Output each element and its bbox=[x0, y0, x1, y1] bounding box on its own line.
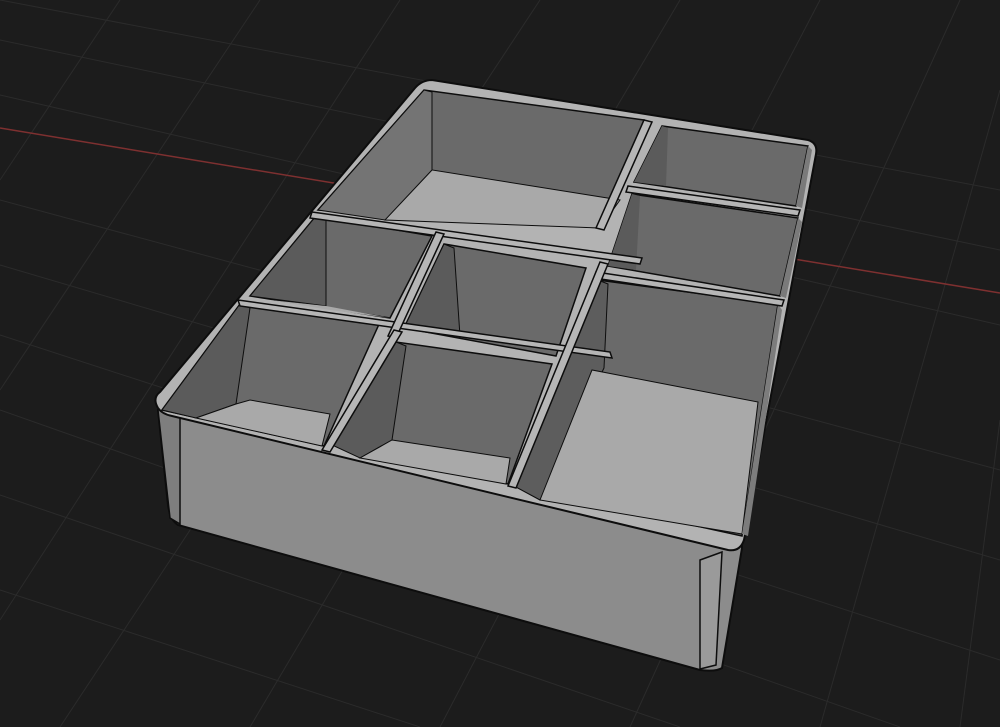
3d-viewport[interactable] bbox=[0, 0, 1000, 727]
